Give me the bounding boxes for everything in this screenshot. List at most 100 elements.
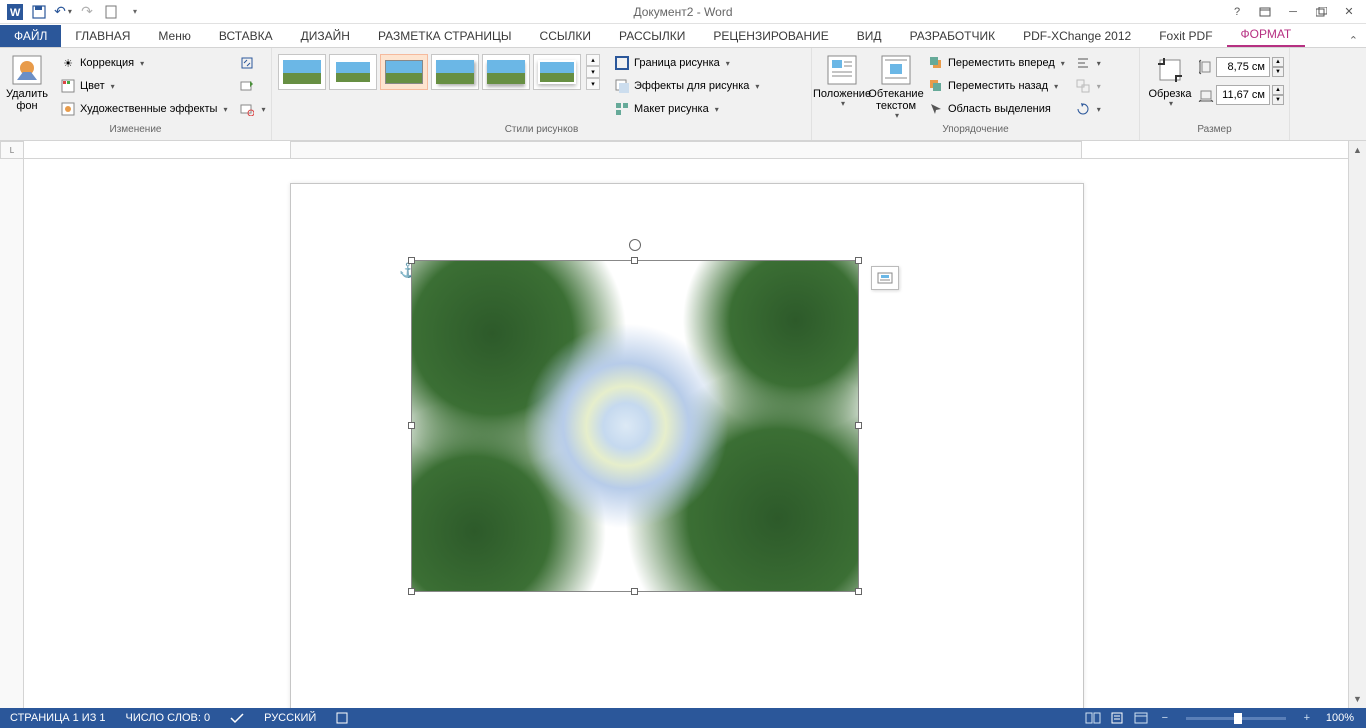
tab-format[interactable]: ФОРМАТ	[1227, 23, 1306, 47]
ruler-corner[interactable]: L	[0, 141, 24, 159]
scroll-up-icon[interactable]: ▲	[1349, 141, 1366, 159]
zoom-level[interactable]: 100%	[1320, 712, 1360, 724]
collapse-ribbon-icon[interactable]: ⌃	[1341, 34, 1366, 47]
tab-menu[interactable]: Меню	[144, 25, 204, 47]
language[interactable]: РУССКИЙ	[254, 712, 326, 724]
color-button[interactable]: Цвет▾	[56, 75, 231, 97]
remove-bg-label: Удалить фон	[6, 88, 48, 112]
compress-icon	[239, 55, 255, 71]
tab-references[interactable]: ССЫЛКИ	[526, 25, 605, 47]
selected-image[interactable]	[411, 260, 859, 592]
crop-button[interactable]: Обрезка▾	[1144, 52, 1196, 111]
undo-icon[interactable]: ↶▾	[52, 1, 74, 23]
zoom-in-button[interactable]: +	[1296, 710, 1318, 726]
resize-handle-tm[interactable]	[631, 257, 638, 264]
horizontal-ruler[interactable]	[24, 141, 1348, 159]
layout-options-button[interactable]	[871, 266, 899, 290]
tab-developer[interactable]: РАЗРАБОТЧИК	[896, 25, 1010, 47]
tab-insert[interactable]: ВСТАВКА	[205, 25, 287, 47]
vertical-ruler[interactable]	[0, 159, 24, 708]
rotate-button[interactable]: ▾	[1071, 98, 1105, 120]
word-count[interactable]: ЧИСЛО СЛОВ: 0	[116, 712, 221, 724]
height-input[interactable]	[1216, 57, 1270, 77]
restore-icon[interactable]	[1308, 2, 1334, 22]
align-icon	[1075, 55, 1091, 71]
scroll-down-icon[interactable]: ▼	[1349, 690, 1366, 708]
print-layout-icon[interactable]	[1106, 710, 1128, 726]
picture-style-5[interactable]	[482, 54, 530, 90]
new-doc-icon[interactable]	[100, 1, 122, 23]
picture-style-4[interactable]	[431, 54, 479, 90]
layout-icon	[614, 101, 630, 117]
picture-border-button[interactable]: Граница рисунка▾	[610, 52, 763, 74]
styles-scroll-down[interactable]: ▾	[586, 66, 600, 78]
tab-home[interactable]: ГЛАВНАЯ	[61, 25, 144, 47]
width-spin-up[interactable]: ▲	[1272, 85, 1284, 95]
spellcheck-icon[interactable]	[220, 712, 254, 724]
rotate-handle[interactable]	[629, 239, 641, 251]
save-icon[interactable]	[28, 1, 50, 23]
picture-style-3[interactable]	[380, 54, 428, 90]
picture-layout-button[interactable]: Макет рисунка▾	[610, 98, 763, 120]
change-picture-button[interactable]	[235, 75, 269, 97]
close-icon[interactable]: ✕	[1336, 2, 1362, 22]
reset-picture-button[interactable]: ▾	[235, 98, 269, 120]
styles-scroll-up[interactable]: ▴	[586, 54, 600, 66]
wrap-text-button[interactable]: Обтекание текстом▾	[870, 52, 922, 123]
selection-pane-button[interactable]: Область выделения	[924, 98, 1069, 120]
page-count[interactable]: СТРАНИЦА 1 ИЗ 1	[0, 712, 116, 724]
send-backward-button[interactable]: Переместить назад▾	[924, 75, 1069, 97]
resize-handle-tl[interactable]	[408, 257, 415, 264]
zoom-slider[interactable]	[1186, 717, 1286, 720]
web-layout-icon[interactable]	[1130, 710, 1152, 726]
minimize-icon[interactable]: ─	[1280, 2, 1306, 22]
picture-style-6[interactable]	[533, 54, 581, 90]
zoom-out-button[interactable]: −	[1154, 710, 1176, 726]
remove-background-button[interactable]: Удалить фон	[4, 52, 50, 114]
tab-pdfxchange[interactable]: PDF-XChange 2012	[1009, 25, 1145, 47]
zoom-slider-thumb[interactable]	[1234, 713, 1242, 724]
change-picture-icon	[239, 78, 255, 94]
read-mode-icon[interactable]	[1082, 710, 1104, 726]
tab-review[interactable]: РЕЦЕНЗИРОВАНИЕ	[699, 25, 842, 47]
redo-icon[interactable]: ↷	[76, 1, 98, 23]
width-input[interactable]	[1216, 85, 1270, 105]
resize-handle-mr[interactable]	[855, 422, 862, 429]
resize-handle-tr[interactable]	[855, 257, 862, 264]
height-spin-down[interactable]: ▼	[1272, 67, 1284, 77]
document-workspace[interactable]: ⚓	[24, 159, 1348, 708]
help-icon[interactable]: ?	[1224, 2, 1250, 22]
height-spin-up[interactable]: ▲	[1272, 57, 1284, 67]
compress-pictures-button[interactable]	[235, 52, 269, 74]
reset-icon	[239, 101, 255, 117]
tab-file[interactable]: ФАЙЛ	[0, 25, 61, 47]
picture-style-1[interactable]	[278, 54, 326, 90]
macro-icon[interactable]	[326, 712, 358, 724]
resize-handle-bl[interactable]	[408, 588, 415, 595]
resize-handle-br[interactable]	[855, 588, 862, 595]
artistic-effects-button[interactable]: Художественные эффекты▾	[56, 98, 231, 120]
tab-layout[interactable]: РАЗМЕТКА СТРАНИЦЫ	[364, 25, 526, 47]
position-button[interactable]: Положение▾	[816, 52, 868, 111]
picture-style-2[interactable]	[329, 54, 377, 90]
vertical-scrollbar[interactable]: ▲ ▼	[1348, 141, 1366, 708]
tab-view[interactable]: ВИД	[843, 25, 896, 47]
tab-foxit[interactable]: Foxit PDF	[1145, 25, 1226, 47]
bring-forward-button[interactable]: Переместить вперед▾	[924, 52, 1069, 74]
resize-handle-bm[interactable]	[631, 588, 638, 595]
ribbon-display-icon[interactable]	[1252, 2, 1278, 22]
qat-customize-icon[interactable]: ▾	[124, 1, 146, 23]
width-spin-down[interactable]: ▼	[1272, 95, 1284, 105]
status-bar: СТРАНИЦА 1 ИЗ 1 ЧИСЛО СЛОВ: 0 РУССКИЙ − …	[0, 708, 1366, 728]
height-icon	[1198, 59, 1214, 75]
picture-effects-button[interactable]: Эффекты для рисунка▾	[610, 75, 763, 97]
tab-mailings[interactable]: РАССЫЛКИ	[605, 25, 699, 47]
align-button[interactable]: ▾	[1071, 52, 1105, 74]
corrections-button[interactable]: ☀Коррекция▾	[56, 52, 231, 74]
resize-handle-ml[interactable]	[408, 422, 415, 429]
styles-more[interactable]: ▾	[586, 78, 600, 90]
tab-design[interactable]: ДИЗАЙН	[287, 25, 364, 47]
border-icon	[614, 55, 630, 71]
group-button[interactable]: ▾	[1071, 75, 1105, 97]
word-icon[interactable]: W	[4, 1, 26, 23]
